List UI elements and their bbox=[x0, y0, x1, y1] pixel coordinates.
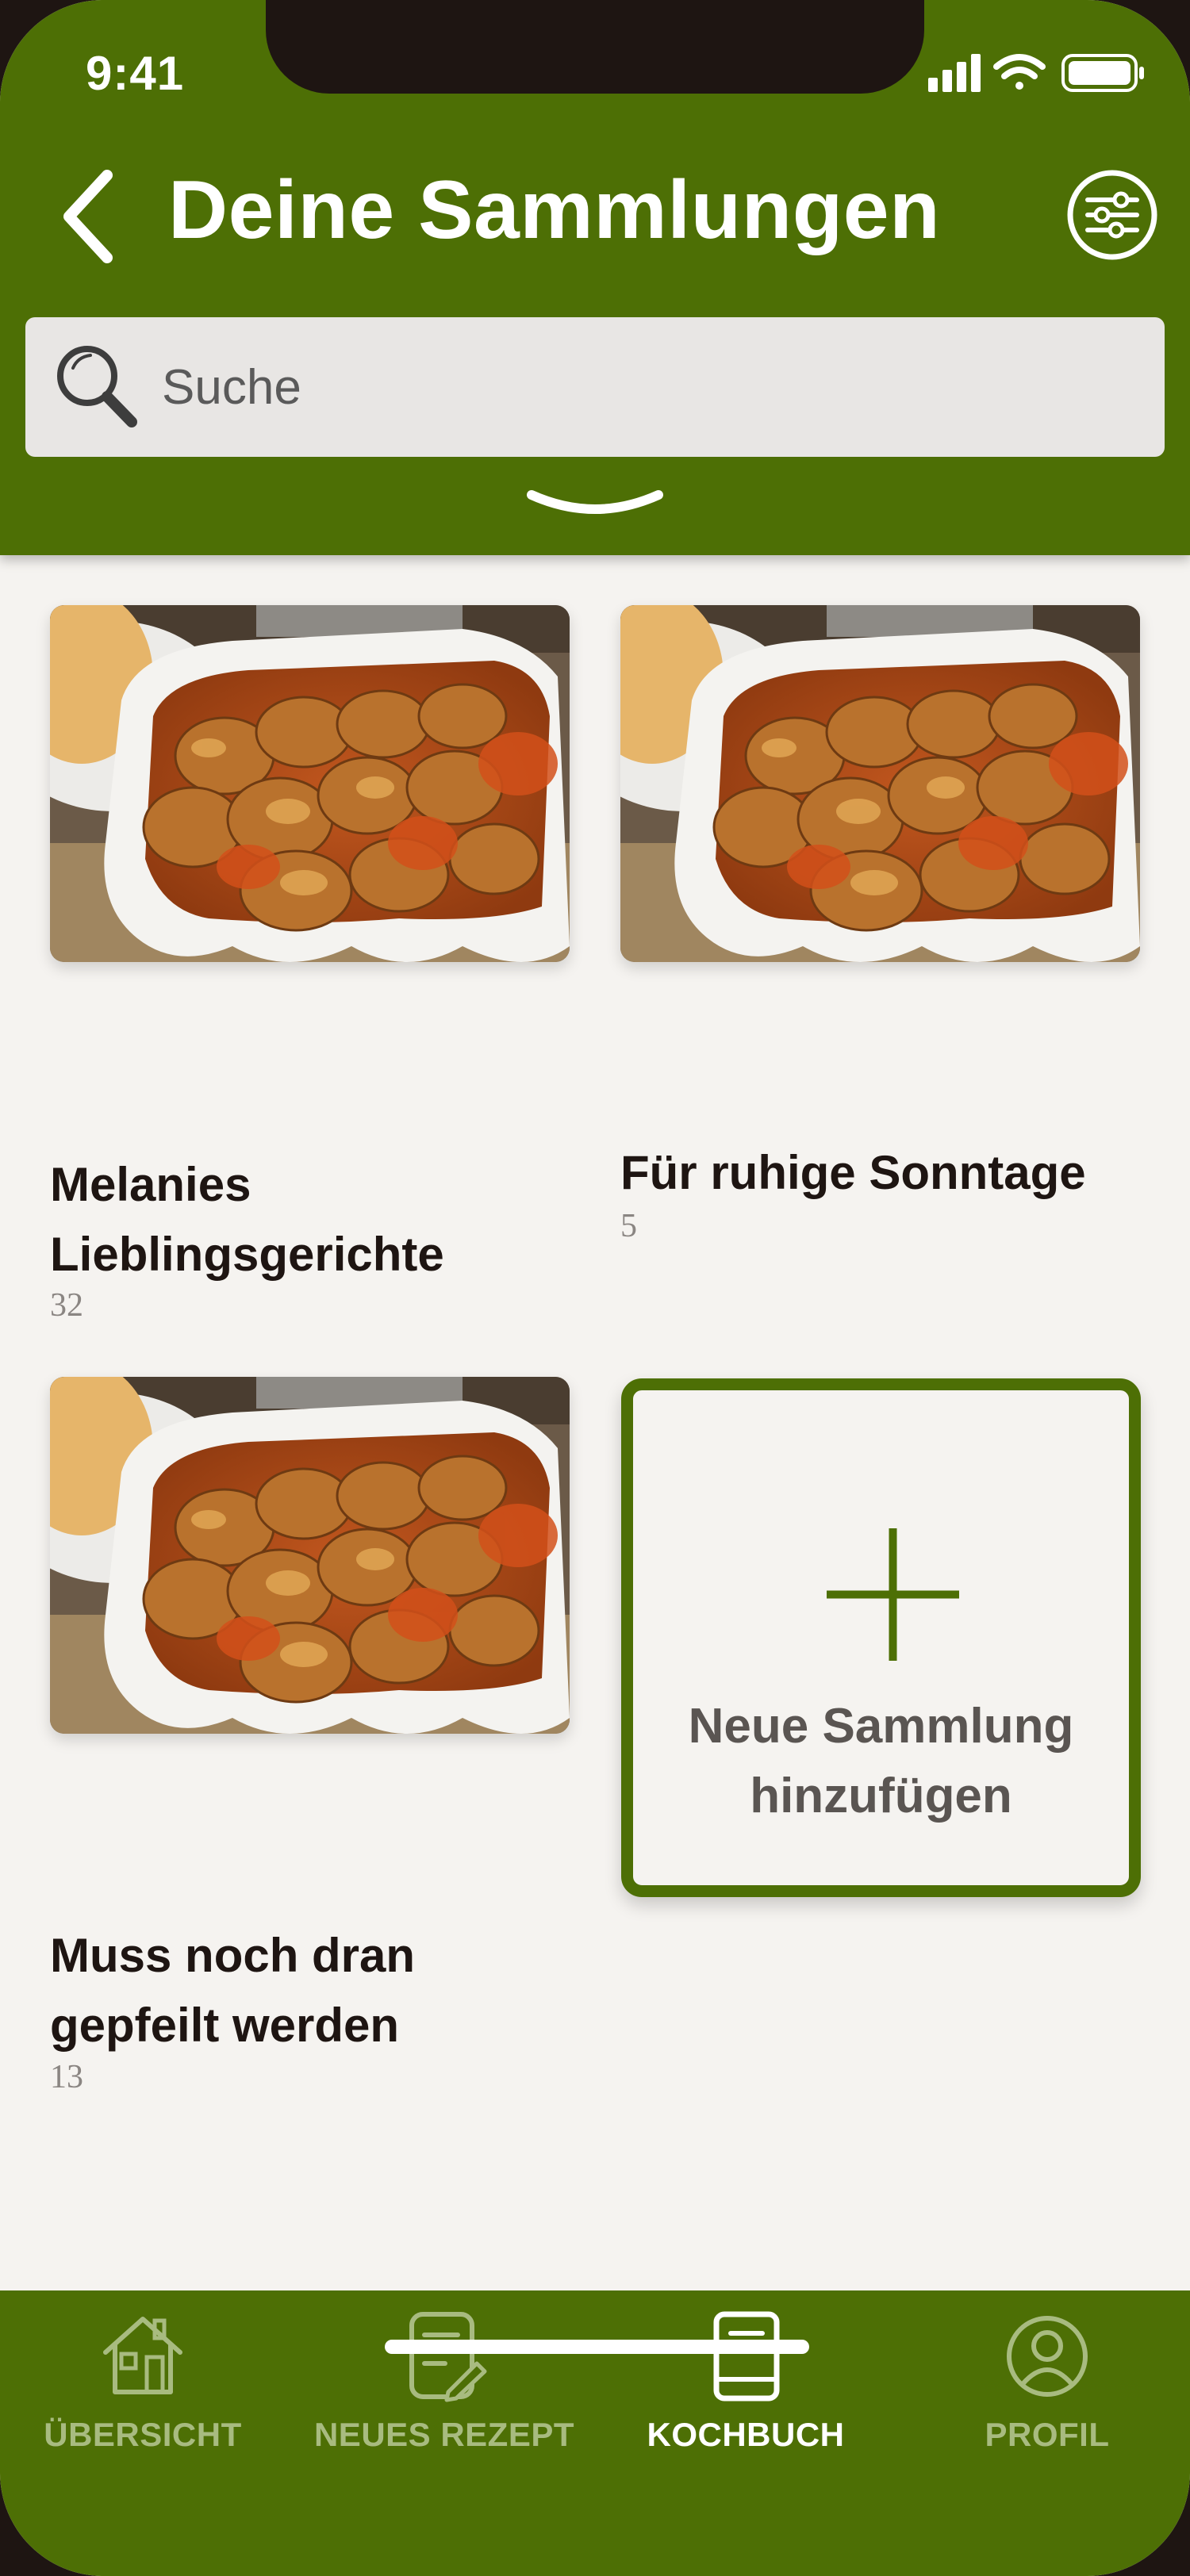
tab-label: KOCHBUCH bbox=[647, 2416, 845, 2453]
search-bar[interactable] bbox=[25, 317, 1165, 457]
status-icons bbox=[928, 54, 1144, 92]
battery-icon bbox=[1061, 54, 1144, 92]
collection-thumbnail[interactable] bbox=[620, 605, 1140, 962]
tab-label: NEUES REZEPT bbox=[313, 2416, 575, 2453]
search-icon bbox=[57, 346, 137, 427]
back-button[interactable] bbox=[46, 165, 133, 268]
sliders-icon bbox=[1067, 170, 1157, 260]
status-time: 9:41 bbox=[86, 47, 185, 100]
page-title: Deine Sammlungen bbox=[168, 164, 941, 256]
device-notch bbox=[266, 0, 924, 94]
collection-count: 32 bbox=[50, 1287, 83, 1324]
chevron-down-icon bbox=[527, 490, 663, 514]
tab-uebersicht[interactable]: ÜBERSICHT bbox=[0, 2290, 286, 2473]
currywurst-photo bbox=[620, 605, 1140, 962]
bottom-tab-bar: ÜBERSICHT NEUES REZEPT KOCHBUCH PROFIL bbox=[0, 2290, 1190, 2576]
book-icon bbox=[713, 2311, 780, 2402]
filter-button[interactable] bbox=[1065, 168, 1159, 262]
note-edit-icon bbox=[409, 2312, 487, 2402]
wifi-icon bbox=[993, 54, 1046, 90]
collection-thumbnail[interactable] bbox=[50, 1377, 570, 1734]
chevron-left-icon bbox=[63, 170, 113, 263]
expand-filters-button[interactable] bbox=[516, 476, 674, 539]
search-input[interactable] bbox=[162, 358, 1114, 416]
tab-profil[interactable]: PROFIL bbox=[904, 2290, 1190, 2473]
collection-count: 5 bbox=[620, 1208, 637, 1244]
home-icon bbox=[103, 2317, 182, 2394]
collection-title[interactable]: Für ruhige Sonntage bbox=[620, 1138, 1144, 1208]
cellular-signal-icon bbox=[928, 54, 981, 92]
user-icon bbox=[1007, 2316, 1088, 2397]
app-screen: 9:41 Deine Sammlungen Suche Melanies Lie… bbox=[0, 0, 1190, 2576]
app-header: 9:41 Deine Sammlungen Suche bbox=[0, 0, 1190, 555]
collection-title[interactable]: Melanies Lieblingsgerichte bbox=[50, 1150, 574, 1290]
tab-neues-rezept[interactable]: NEUES REZEPT bbox=[301, 2290, 587, 2473]
collection-count: 13 bbox=[50, 2059, 83, 2095]
collection-thumbnail[interactable] bbox=[50, 605, 570, 962]
currywurst-photo bbox=[50, 1377, 570, 1734]
add-collection-button[interactable]: Neue Sammlung hinzufügen bbox=[621, 1378, 1141, 1897]
tab-kochbuch[interactable]: KOCHBUCH bbox=[603, 2290, 889, 2473]
collection-title[interactable]: Muss noch dran gepfeilt werden bbox=[50, 1921, 574, 2060]
currywurst-photo bbox=[50, 605, 570, 962]
plus-icon bbox=[827, 1528, 959, 1661]
home-indicator bbox=[385, 2340, 809, 2354]
add-collection-label: Neue Sammlung hinzufügen bbox=[688, 1699, 1074, 1823]
tab-label: PROFIL bbox=[985, 2416, 1110, 2453]
tab-label: ÜBERSICHT bbox=[44, 2416, 242, 2453]
